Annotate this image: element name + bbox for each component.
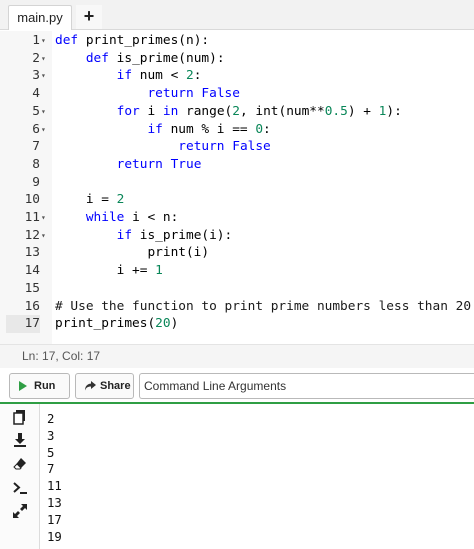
code-line[interactable]: 13 print(i) — [0, 244, 474, 262]
fold-arrow-icon[interactable]: ▾ — [41, 227, 46, 245]
code-text: i += 1 — [55, 263, 163, 279]
share-button[interactable]: Share — [75, 373, 134, 399]
code-text: def is_prime(num): — [85, 50, 225, 66]
line-number: 2 — [32, 50, 40, 66]
code-text: def print_primes(n): — [55, 33, 210, 48]
code-line[interactable]: 7 return False — [0, 138, 474, 156]
code-text: return False — [147, 86, 240, 102]
terminal-icon[interactable] — [12, 480, 28, 496]
add-tab-button[interactable]: + — [76, 5, 102, 29]
code-text: if num < 2: — [116, 68, 202, 84]
code-line[interactable]: 4 return False — [0, 85, 474, 103]
expand-icon[interactable] — [12, 503, 28, 519]
code-text: print(i) — [55, 245, 210, 261]
play-icon — [19, 381, 27, 391]
program-output: 2 3 5 7 11 13 17 19 — [47, 411, 62, 545]
fold-arrow-icon[interactable]: ▾ — [41, 121, 46, 139]
output-line: 19 — [47, 529, 62, 544]
copy-icon[interactable] — [12, 409, 28, 425]
code-line[interactable]: 14 i += 1 — [0, 262, 474, 280]
code-text: if is_prime(i): — [116, 227, 233, 243]
code-line[interactable]: 10 i = 2 — [0, 191, 474, 209]
code-text: return True — [116, 156, 202, 172]
fold-arrow-icon[interactable]: ▾ — [41, 67, 46, 85]
code-text: print_primes(20) — [55, 316, 179, 332]
output-line: 17 — [47, 512, 62, 527]
eraser-icon[interactable] — [12, 456, 28, 472]
code-line[interactable]: 12 ▾ if is_prime(i): — [0, 227, 474, 245]
code-line[interactable]: 9 — [0, 174, 474, 192]
output-panel: 2 3 5 7 11 13 17 19 — [0, 404, 474, 549]
fold-arrow-icon[interactable]: ▾ — [41, 50, 46, 68]
line-number: 7 — [32, 139, 40, 155]
line-number: 11 — [24, 210, 40, 225]
line-number: 8 — [32, 156, 40, 172]
line-number: 10 — [24, 192, 40, 208]
line-number: 1 — [32, 33, 40, 48]
code-line[interactable]: 6 ▾ if num % i == 0: — [0, 121, 474, 139]
line-number: 4 — [32, 86, 40, 102]
code-line[interactable]: 16 # Use the function to print prime numb… — [0, 298, 474, 316]
output-line: 5 — [47, 445, 55, 460]
code-text: while i < n: — [85, 210, 179, 225]
code-text: for i in range(2, int(num**0.5) + 1): — [116, 103, 402, 119]
fold-arrow-icon[interactable]: ▾ — [41, 32, 46, 50]
share-button-label: Share — [100, 380, 131, 392]
code-line[interactable]: 11 ▾ while i < n: — [0, 209, 474, 227]
line-number: 14 — [24, 263, 40, 279]
output-line: 11 — [47, 479, 62, 494]
output-line: 3 — [47, 428, 55, 443]
line-number: 3 — [32, 68, 40, 84]
fold-arrow-icon[interactable]: ▾ — [41, 209, 46, 227]
code-line[interactable]: 8 return True — [0, 156, 474, 174]
line-number: 13 — [24, 245, 40, 261]
code-line[interactable]: 5 ▾ for i in range(2, int(num**0.5) + 1): — [0, 103, 474, 121]
tab-main-py[interactable]: main.py — [8, 5, 72, 30]
code-line[interactable]: 1 ▾ def print_primes(n): — [0, 32, 474, 50]
code-text: return False — [178, 139, 271, 155]
tab-bar: main.py + — [0, 0, 474, 30]
output-line: 7 — [47, 462, 55, 477]
line-number: 5 — [32, 103, 40, 119]
run-button-label: Run — [34, 380, 56, 392]
output-line: 13 — [47, 495, 62, 510]
fold-arrow-icon[interactable]: ▾ — [41, 103, 46, 121]
line-number: 6 — [32, 121, 40, 137]
download-icon[interactable] — [12, 432, 28, 448]
line-number: 16 — [24, 298, 40, 314]
output-line: 2 — [47, 412, 55, 426]
share-icon — [85, 381, 96, 391]
line-number: 12 — [24, 227, 40, 243]
line-number: 17 — [6, 315, 40, 333]
code-text: i = 2 — [55, 192, 125, 208]
output-tools — [0, 404, 40, 549]
command-line-arguments-input[interactable] — [139, 373, 474, 399]
code-line[interactable]: 15 — [0, 280, 474, 298]
code-text: if num % i == 0: — [147, 121, 271, 137]
run-toolbar: Run Share — [0, 368, 474, 404]
line-number: 9 — [32, 174, 40, 190]
code-editor[interactable]: 1 ▾ def print_primes(n): 2 ▾ def is_prime(nu… — [0, 31, 474, 344]
cursor-status: Ln: 17, Col: 17 — [0, 344, 474, 368]
code-line[interactable]: 2 ▾ def is_prime(num): — [0, 50, 474, 68]
run-button[interactable]: Run — [9, 373, 70, 399]
code-line[interactable]: 17 print_primes(20) — [0, 315, 474, 333]
code-text: # Use the function to print prime number… — [55, 298, 472, 314]
code-line[interactable]: 3 ▾ if num < 2: — [0, 67, 474, 85]
line-number: 15 — [24, 280, 40, 296]
